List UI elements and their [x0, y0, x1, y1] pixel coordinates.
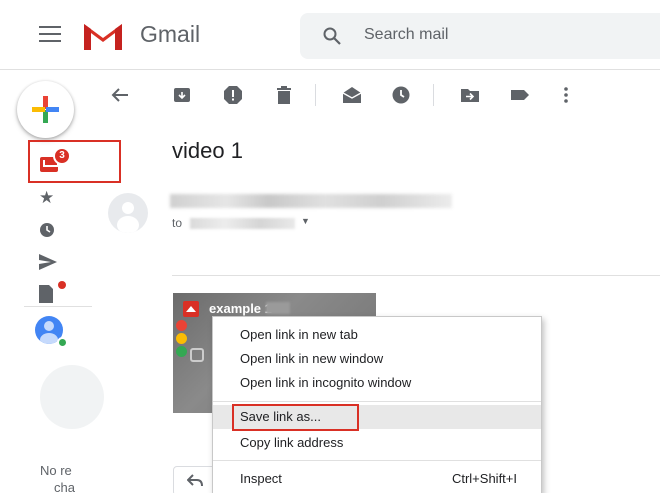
main-menu-icon[interactable]: [39, 26, 61, 42]
search-input[interactable]: Search mail: [364, 26, 448, 44]
more-options-icon[interactable]: [556, 85, 576, 105]
top-bar: Gmail Search mail: [0, 0, 660, 70]
reply-icon: [187, 474, 203, 487]
draft-indicator-dot: [58, 281, 66, 289]
menu-item-open-new-tab[interactable]: Open link in new tab: [213, 323, 541, 347]
image-file-icon: [183, 301, 199, 317]
menu-item-inspect[interactable]: Inspect Ctrl+Shift+I: [213, 467, 541, 491]
recipient-details-chevron-icon[interactable]: ▼: [301, 216, 310, 226]
compose-button[interactable]: [17, 81, 74, 138]
toolbar-separator: [433, 84, 434, 106]
menu-separator: [213, 460, 541, 461]
clock-icon[interactable]: [39, 222, 55, 238]
menu-item-open-incognito[interactable]: Open link in incognito window: [213, 371, 541, 395]
online-status-dot: [57, 337, 68, 348]
thumbnail-yellow-dot: [176, 333, 187, 344]
sender-name-redacted: [170, 194, 452, 208]
search-icon[interactable]: [322, 26, 342, 46]
thumbnail-phone-shape: [190, 348, 204, 362]
menu-item-open-new-window[interactable]: Open link in new window: [213, 347, 541, 371]
menu-item-inspect-label: Inspect: [240, 471, 282, 486]
report-spam-icon[interactable]: [223, 85, 243, 105]
search-bar[interactable]: Search mail: [300, 13, 660, 59]
snooze-icon[interactable]: [391, 85, 411, 105]
attachment-name-redacted: [266, 302, 290, 314]
label-icon[interactable]: [510, 85, 530, 105]
email-subject: video 1: [172, 138, 243, 163]
save-link-highlight-box: [232, 404, 359, 431]
message-divider: [172, 275, 660, 276]
move-to-icon[interactable]: [460, 85, 480, 105]
toolbar-separator: [315, 84, 316, 106]
no-recent-line-1: No re: [40, 463, 72, 478]
mark-unread-icon[interactable]: [342, 85, 362, 105]
menu-item-copy-link-address[interactable]: Copy link address: [213, 431, 541, 455]
hangouts-placeholder: [40, 365, 104, 429]
recipient-redacted: [190, 218, 295, 229]
plus-icon: [32, 96, 59, 123]
back-arrow-icon[interactable]: [110, 85, 130, 105]
menu-separator: [213, 401, 541, 402]
no-recent-line-2: cha: [54, 480, 75, 493]
no-recent-chats-text: No re cha: [40, 462, 75, 493]
draft-icon[interactable]: [39, 285, 55, 303]
delete-icon[interactable]: [274, 85, 294, 105]
menu-item-inspect-shortcut: Ctrl+Shift+I: [451, 471, 517, 486]
sender-avatar: [108, 193, 148, 233]
thumbnail-green-dot: [176, 346, 187, 357]
app-name: Gmail: [140, 21, 201, 47]
star-icon[interactable]: ★: [39, 188, 54, 208]
gmail-logo-icon[interactable]: [82, 20, 124, 51]
attachment-name: example 1: [209, 301, 272, 316]
unread-badge: 3: [53, 147, 71, 165]
recipient-label: to: [172, 216, 183, 230]
sidebar-divider: [24, 306, 92, 307]
thumbnail-red-dot: [176, 320, 187, 331]
archive-icon[interactable]: [172, 85, 192, 105]
send-icon[interactable]: [39, 254, 57, 270]
